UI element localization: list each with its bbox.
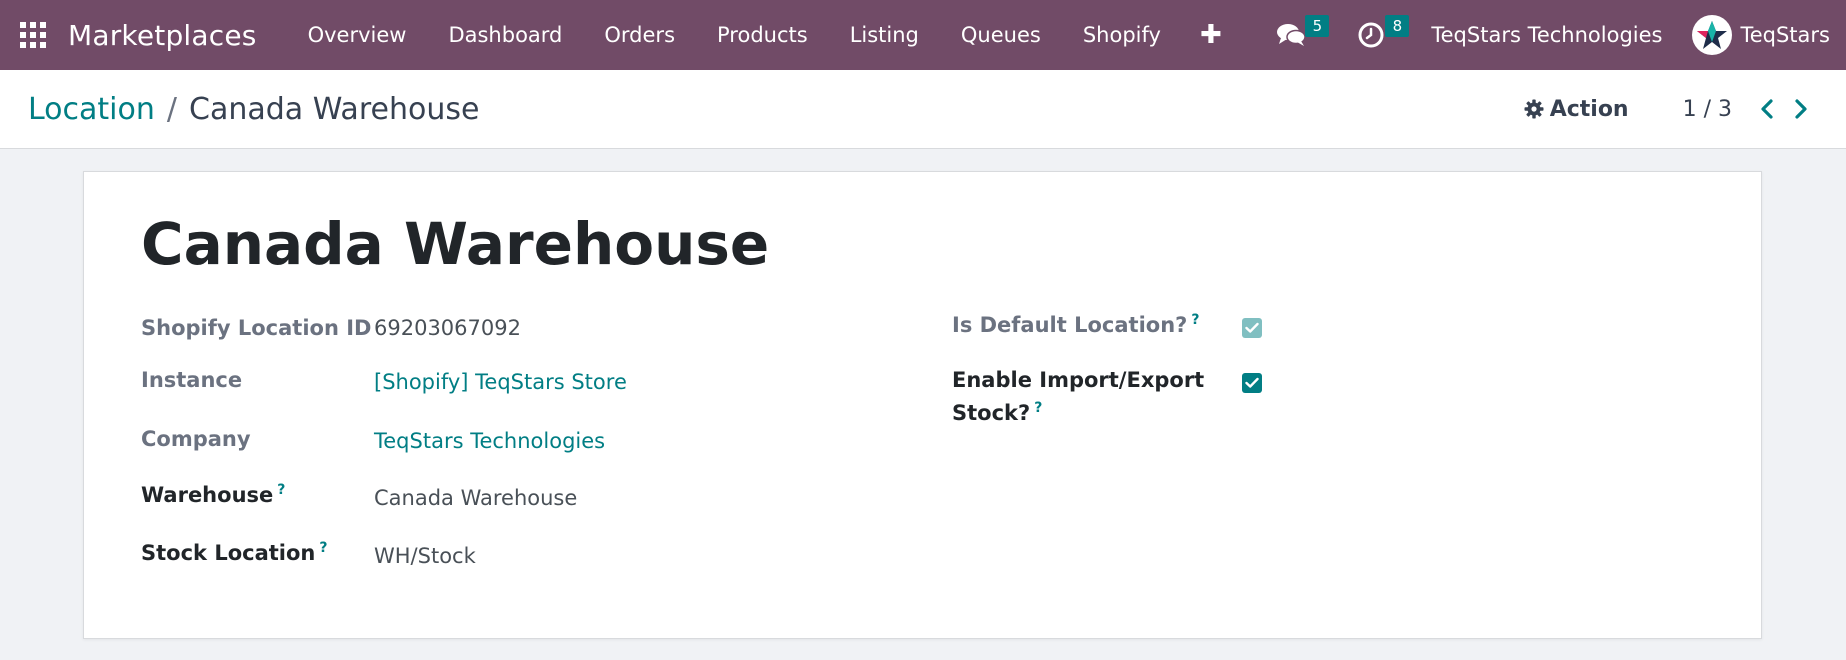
user-name: TeqStars [1740, 23, 1830, 47]
menu-item-orders[interactable]: Orders [583, 23, 696, 47]
field-is-default-location: Is Default Location?? [952, 312, 1199, 337]
stock-label-text: Stock? [952, 401, 1031, 425]
action-button[interactable]: Action [1524, 97, 1629, 122]
stock-location-label-text: Stock Location [141, 541, 316, 565]
menu-item-products[interactable]: Products [696, 23, 829, 47]
menu-item-dashboard[interactable]: Dashboard [427, 23, 583, 47]
field-label-line1: Enable Import/Export [952, 368, 1205, 392]
action-label: Action [1549, 96, 1629, 122]
field-enable-import-export-stock: Enable Import/Export Stock?? [952, 368, 1204, 425]
enable-import-export-checkbox[interactable] [1242, 373, 1262, 393]
field-label: Stock Location? [141, 540, 374, 568]
company-switcher[interactable]: TeqStars Technologies [1431, 23, 1662, 47]
plus-icon[interactable]: ✚ [1182, 20, 1240, 50]
avatar [1692, 15, 1733, 55]
control-right: Action 1 / 3 [1524, 92, 1818, 126]
help-tooltip-icon[interactable]: ? [319, 540, 327, 556]
breadcrumb-separator: / [166, 91, 177, 127]
field-label: Is Default Location?? [952, 312, 1199, 337]
field-label: Warehouse? [141, 482, 374, 510]
gear-icon [1524, 99, 1544, 119]
activities-count-badge: 8 [1385, 15, 1410, 37]
chat-bubbles-icon [1277, 24, 1307, 46]
messages-count-badge: 5 [1305, 15, 1330, 37]
menu-item-shopify[interactable]: Shopify [1062, 23, 1182, 47]
breadcrumb-current: Canada Warehouse [189, 91, 480, 127]
field-shopify-location-id: Shopify Location ID 69203067092 [141, 316, 521, 340]
field-label: Instance [141, 368, 243, 392]
messages-button[interactable]: 5 [1271, 15, 1330, 55]
field-instance: Instance [Shopify] TeqStars Store [141, 368, 627, 394]
check-icon [1245, 377, 1259, 388]
user-menu[interactable]: TeqStars [1692, 15, 1830, 55]
navbar-systray: 5 8 TeqStars Technologies TeqStars [1271, 0, 1846, 70]
help-tooltip-icon[interactable]: ? [1034, 400, 1042, 416]
is-default-label-text: Is Default Location? [952, 313, 1188, 337]
check-icon [1245, 322, 1259, 333]
clock-icon [1358, 22, 1384, 48]
field-value[interactable]: WH/Stock [374, 544, 476, 568]
help-tooltip-icon[interactable]: ? [1191, 312, 1199, 328]
menu-item-listing[interactable]: Listing [829, 23, 940, 47]
pager-previous-button[interactable] [1750, 92, 1784, 126]
chevron-right-icon [1795, 99, 1807, 119]
activities-button[interactable]: 8 [1351, 15, 1410, 55]
field-label-line2: Stock?? [952, 400, 1204, 425]
pager-value[interactable]: 1 / 3 [1683, 97, 1732, 122]
chevron-left-icon [1761, 99, 1773, 119]
menu-item-overview[interactable]: Overview [287, 23, 428, 47]
instance-link[interactable]: [Shopify] TeqStars Store [374, 370, 627, 394]
top-navbar: Marketplaces Overview Dashboard Orders P… [0, 0, 1846, 70]
menu-item-queues[interactable]: Queues [940, 23, 1062, 47]
is-default-location-checkbox[interactable] [1242, 318, 1262, 338]
breadcrumb-location-link[interactable]: Location [28, 92, 155, 127]
field-label: Company [141, 427, 251, 451]
help-tooltip-icon[interactable]: ? [277, 482, 285, 498]
field-company: Company TeqStars Technologies [141, 427, 605, 453]
breadcrumb: Location / Canada Warehouse [28, 92, 479, 127]
field-label: Shopify Location ID [141, 316, 372, 340]
apps-grid-icon[interactable] [20, 22, 46, 48]
warehouse-label-text: Warehouse [141, 483, 274, 507]
company-link[interactable]: TeqStars Technologies [374, 429, 605, 453]
field-value[interactable]: Canada Warehouse [374, 486, 577, 510]
star-logo-icon [1697, 21, 1728, 49]
control-panel: Location / Canada Warehouse Action 1 / 3 [0, 70, 1846, 149]
form-sheet: Canada Warehouse Shopify Location ID 692… [83, 171, 1762, 639]
field-value[interactable]: 69203067092 [374, 316, 521, 340]
main-menu: Overview Dashboard Orders Products Listi… [287, 0, 1240, 70]
field-warehouse: Warehouse? Canada Warehouse [141, 482, 577, 510]
pager-next-button[interactable] [1784, 92, 1818, 126]
field-stock-location: Stock Location? WH/Stock [141, 540, 476, 568]
app-brand[interactable]: Marketplaces [68, 19, 257, 52]
record-title: Canada Warehouse [141, 210, 770, 278]
